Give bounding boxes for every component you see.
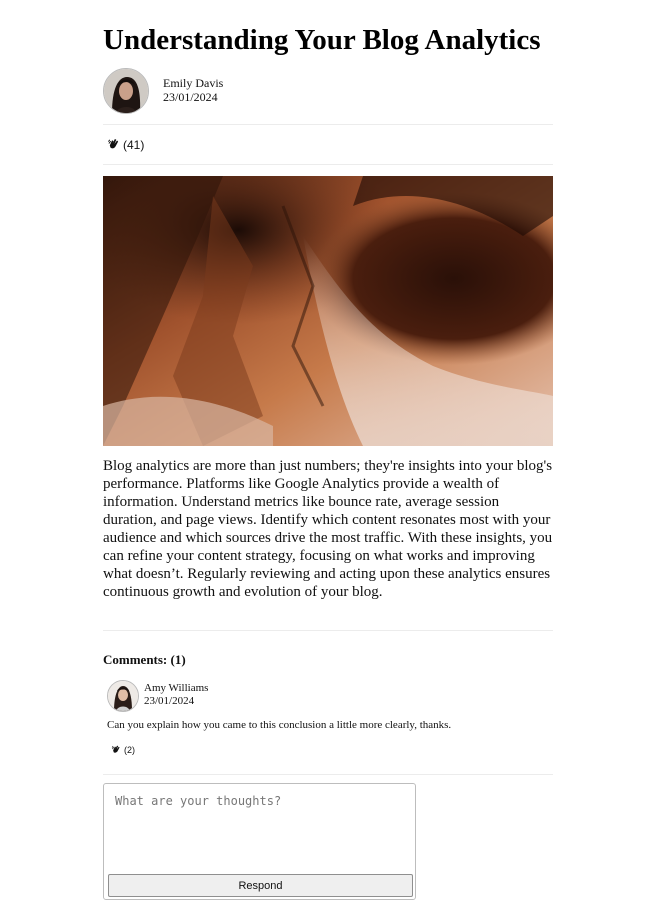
divider	[103, 630, 553, 631]
divider	[103, 124, 553, 125]
divider	[103, 164, 553, 165]
commenter-avatar-image	[108, 681, 138, 711]
clap-icon	[111, 744, 121, 756]
comment-clap-count: (2)	[124, 745, 135, 755]
post-title: Understanding Your Blog Analytics	[103, 24, 541, 56]
comment-text: Can you explain how you came to this con…	[107, 719, 452, 731]
author-row: Emily Davis 23/01/2024	[103, 68, 553, 114]
hero-image-art	[103, 176, 553, 446]
clap-icon	[107, 137, 120, 153]
comment-date: 23/01/2024	[144, 695, 195, 707]
respond-form: Respond	[103, 783, 416, 900]
hero-image	[103, 176, 553, 446]
comment-meta: Amy Williams 23/01/2024	[144, 682, 208, 708]
comment-clap-button[interactable]: (2)	[111, 741, 135, 759]
author-avatar[interactable]	[103, 68, 149, 114]
post-body: Blog analytics are more than just number…	[103, 458, 553, 600]
post-clap-button[interactable]: (41)	[107, 136, 144, 154]
respond-button[interactable]: Respond	[108, 874, 413, 897]
post-date: 23/01/2024	[163, 90, 218, 104]
comment-author[interactable]: Amy Williams	[144, 682, 208, 695]
comments-heading: Comments: (1)	[103, 652, 186, 667]
author-avatar-image	[104, 69, 148, 113]
post-clap-count: (41)	[123, 138, 145, 152]
commenter-avatar[interactable]	[107, 680, 139, 712]
comment-input[interactable]	[108, 788, 411, 870]
author-name[interactable]: Emily Davis	[163, 76, 223, 90]
author-meta: Emily Davis 23/01/2024	[163, 76, 223, 104]
divider	[103, 774, 553, 775]
